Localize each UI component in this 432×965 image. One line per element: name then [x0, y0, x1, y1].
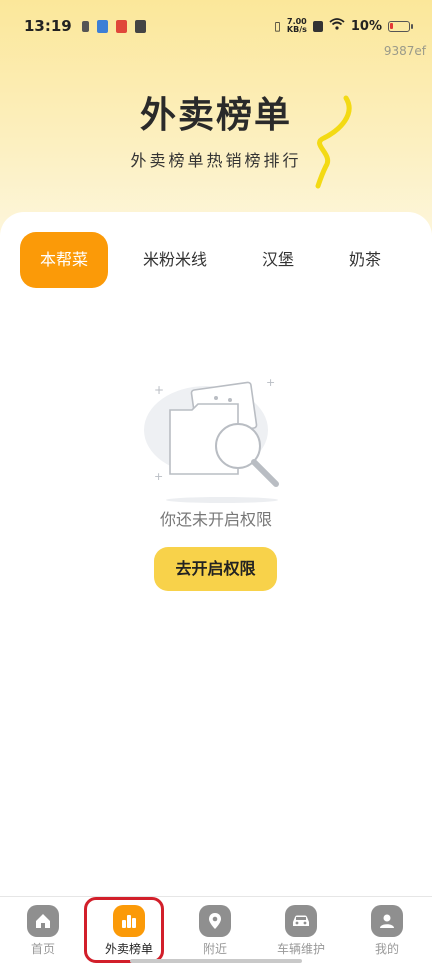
nav-vehicle-maintenance[interactable]: 车辆维护: [258, 897, 344, 965]
tab-bangcai[interactable]: 本帮菜: [20, 232, 108, 288]
nav-vehicle-maintenance-label: 车辆维护: [276, 942, 325, 956]
nav-home[interactable]: 首页: [0, 897, 86, 965]
vibrate-icon: ▯: [274, 19, 281, 33]
status-bar: 13:19 ▯ 7.00 KB/s 10%: [0, 0, 432, 52]
page-title: 外卖榜单: [139, 95, 292, 136]
enable-permission-button[interactable]: 去开启权限: [154, 547, 277, 591]
sim-card-icon: [81, 20, 89, 32]
tab-burger[interactable]: 汉堡: [244, 232, 312, 288]
nav-nearby-label: 附近: [202, 942, 227, 956]
reader-notification-icon: [115, 19, 127, 33]
location-pin-icon: [199, 905, 231, 937]
user-icon: [371, 905, 403, 937]
home-icon: [27, 905, 59, 937]
app-notification-icon: [96, 19, 108, 33]
svg-text:+: +: [154, 470, 163, 483]
square-notification-icon: [134, 19, 146, 33]
category-tabs: 本帮菜 米粉米线 汉堡 奶茶: [20, 232, 420, 288]
home-indicator[interactable]: [130, 959, 302, 963]
network-speed: 7.00 KB/s: [287, 18, 307, 34]
nav-nearby[interactable]: 附近: [172, 897, 258, 965]
content-card: 本帮菜 米粉米线 汉堡 奶茶 + + + 你还未开启权限 去开启权限: [0, 212, 432, 896]
nav-profile-label: 我的: [374, 942, 399, 956]
no-sim-icon: [312, 20, 323, 32]
nav-home-label: 首页: [30, 942, 55, 956]
build-id: 9387ef: [383, 44, 426, 58]
page-subtitle: 外卖榜单热销榜排行: [130, 151, 302, 170]
decorative-swoosh-icon: [315, 95, 352, 189]
empty-state-message: 你还未开启权限: [159, 510, 272, 529]
car-icon: [285, 905, 317, 937]
battery-percent: 10%: [350, 18, 382, 34]
net-speed-unit: KB/s: [286, 25, 307, 34]
active-tab-highlight: [84, 897, 164, 963]
nav-profile[interactable]: 我的: [344, 897, 430, 965]
tab-milk-tea[interactable]: 奶茶: [330, 232, 400, 288]
battery-icon: [388, 20, 413, 32]
bottom-navigation: 首页 外卖榜单 附近 车辆维护 我的: [0, 896, 432, 965]
empty-folder-search-icon: + + +: [144, 376, 279, 503]
svg-text:+: +: [154, 383, 164, 397]
wifi-icon: [329, 18, 345, 34]
tab-rice-noodles[interactable]: 米粉米线: [128, 232, 222, 288]
svg-text:+: +: [266, 376, 275, 389]
status-time: 13:19: [24, 17, 72, 35]
